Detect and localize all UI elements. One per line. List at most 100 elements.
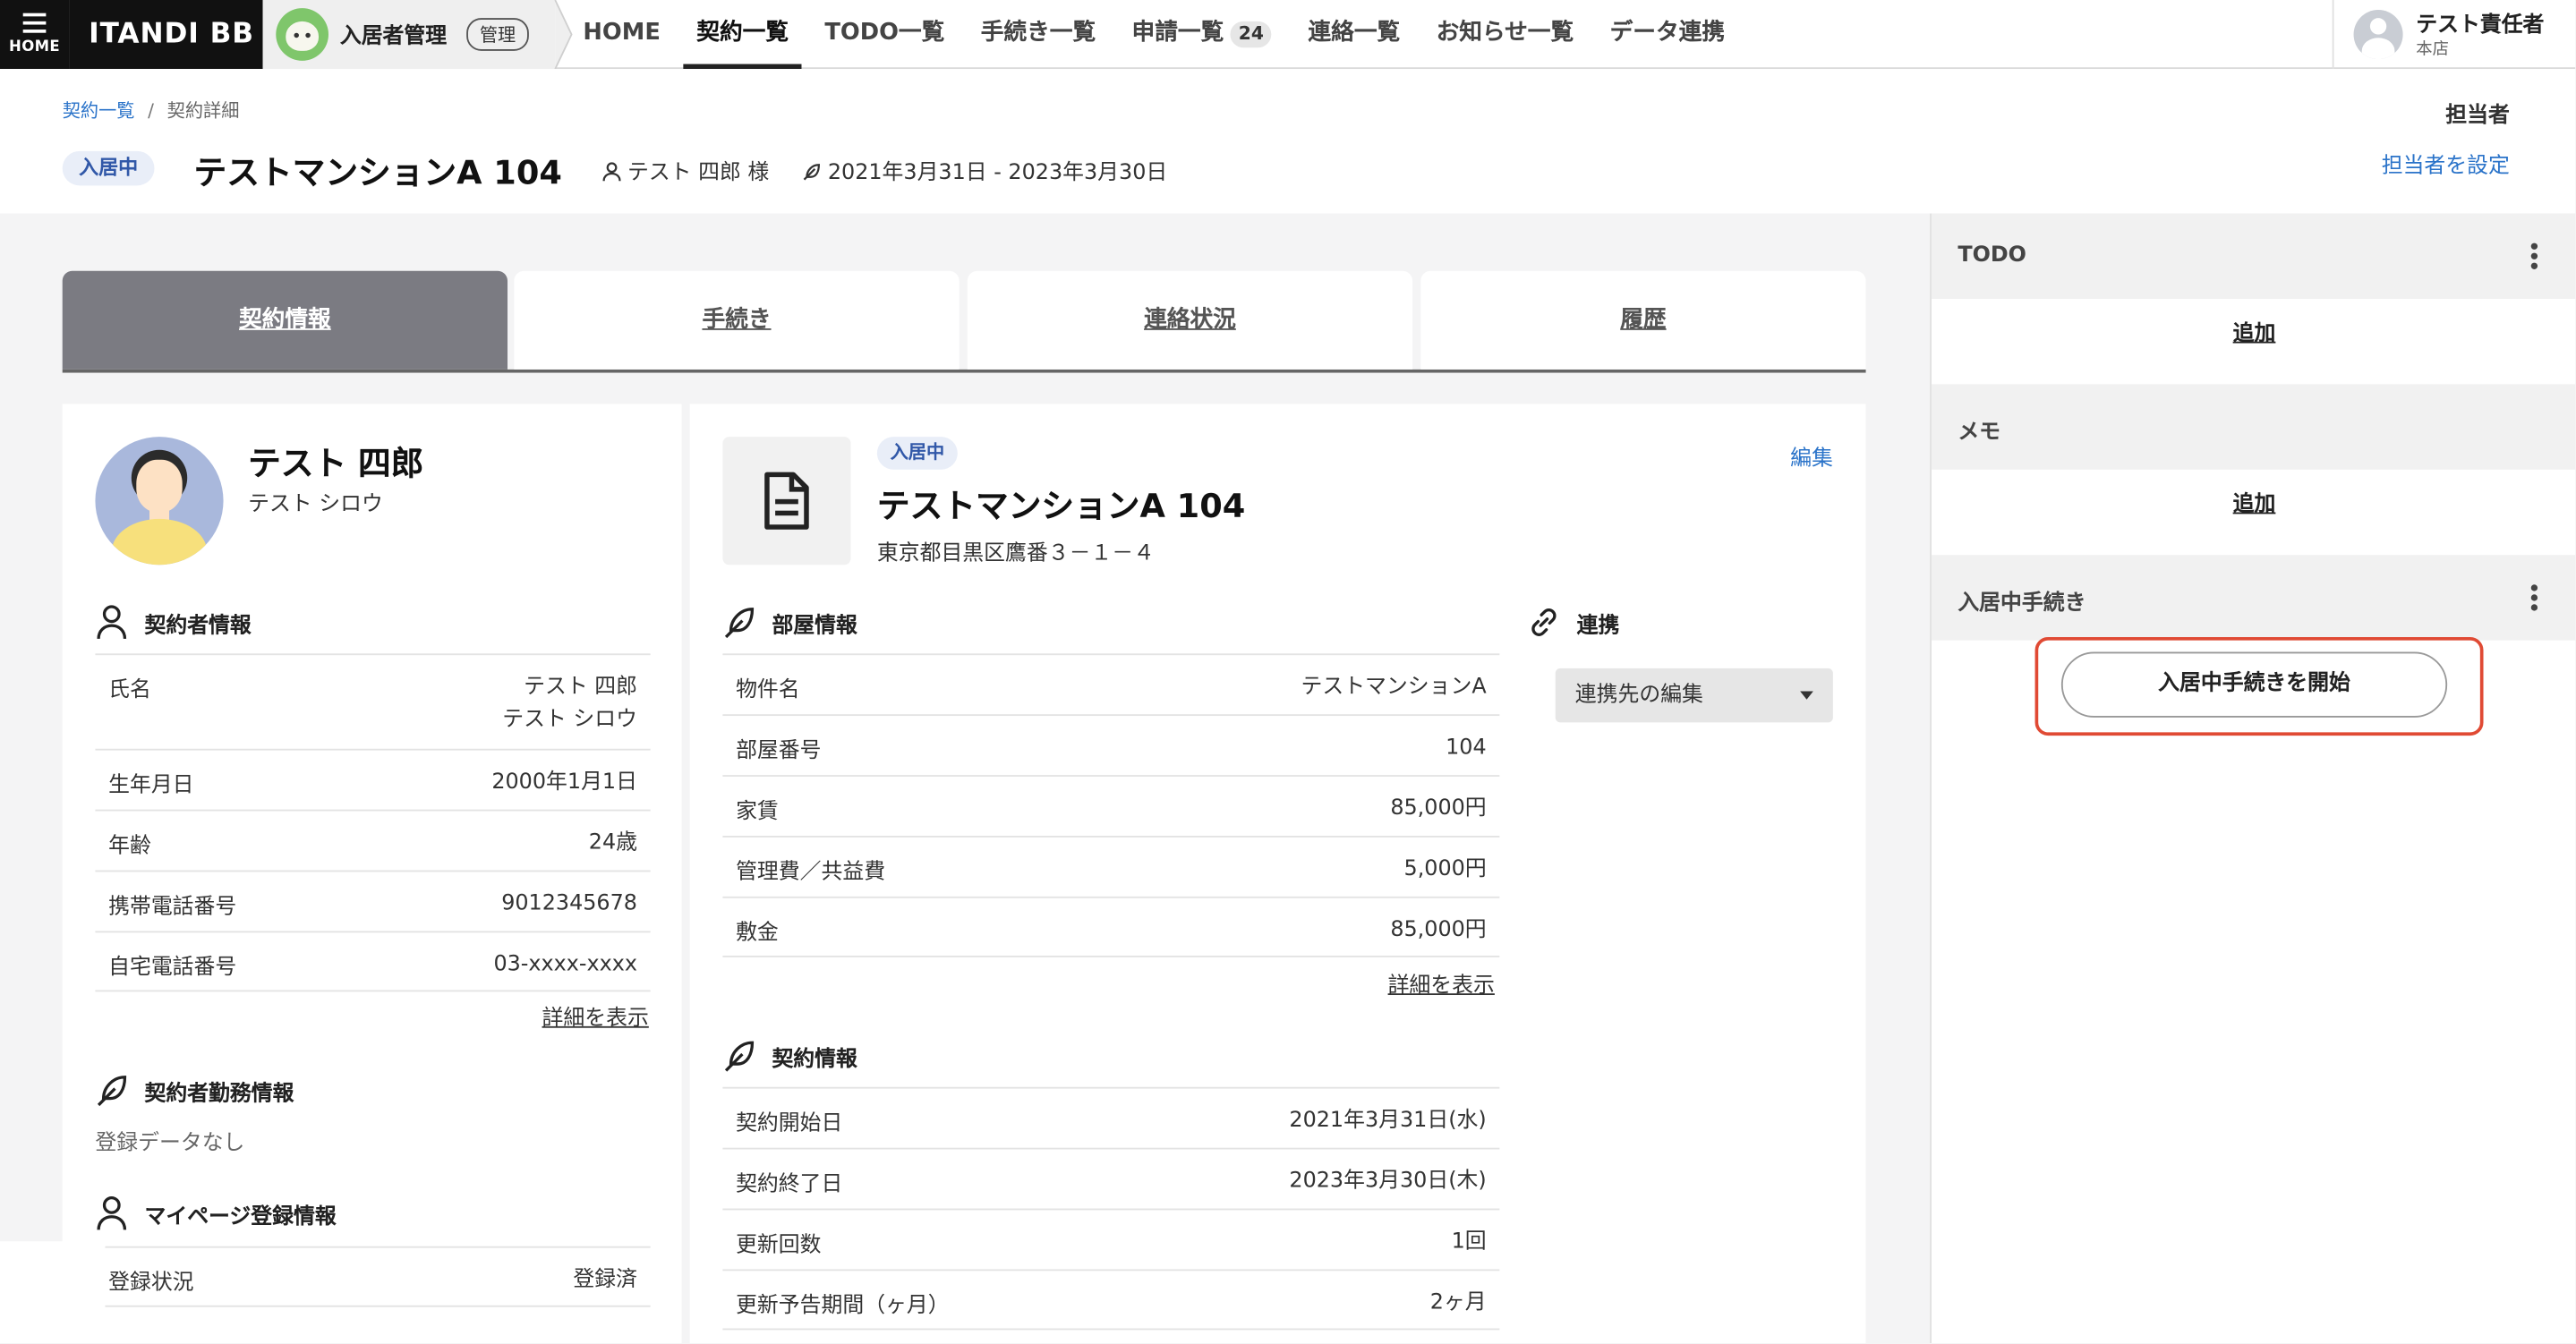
- room-detail-link[interactable]: 詳細を表示: [1388, 967, 1495, 999]
- nav-home[interactable]: HOME: [567, 0, 677, 69]
- contract-info-title: 契約情報: [772, 1047, 857, 1073]
- contractor-kana: テスト シロウ: [248, 492, 383, 518]
- nav-applications[interactable]: 申請一覧 24: [1115, 0, 1288, 69]
- feather-pen-icon: [724, 608, 755, 639]
- link-title: 連携: [1576, 614, 1620, 639]
- home-menu-button[interactable]: HOME: [0, 0, 70, 70]
- table-row: 更新予告期間（ヶ月） 2ヶ月: [722, 1269, 1500, 1331]
- table-row: 部屋番号 104: [722, 714, 1500, 775]
- feather-pen-icon: [97, 1076, 127, 1107]
- feather-pen-icon: [803, 164, 820, 181]
- person-icon: [97, 605, 127, 639]
- todo-more-icon[interactable]: [2530, 242, 2538, 273]
- room-info-heading: 部屋情報: [722, 604, 857, 640]
- tab-contact-status[interactable]: 連絡状況: [967, 270, 1413, 370]
- row-key: 氏名: [108, 677, 151, 703]
- table-row: 管理費／共益費 5,000円: [722, 836, 1500, 897]
- row-value-line2: テスト シロウ: [502, 707, 637, 733]
- nav-procedures[interactable]: 手続き一覧: [964, 0, 1112, 69]
- table-row: 契約開始日 2021年3月31日(水): [722, 1086, 1500, 1148]
- user-avatar-icon: [2353, 10, 2403, 60]
- tenant-name-text: テスト 四郎 様: [627, 160, 770, 186]
- edit-link[interactable]: 編集: [1790, 440, 1833, 472]
- row-value: 2ヶ月: [1429, 1290, 1487, 1315]
- procedure-more-icon[interactable]: [2530, 584, 2538, 614]
- nav-todo[interactable]: TODO一覧: [808, 0, 961, 69]
- document-glyph-icon: [764, 472, 809, 530]
- product-switcher[interactable]: 入居者管理 管理: [262, 0, 573, 70]
- memo-panel-title: メモ: [1958, 420, 2001, 446]
- contractor-detail-link[interactable]: 詳細を表示: [542, 1000, 649, 1032]
- brand-logo[interactable]: ITANDI BB: [69, 0, 263, 70]
- memo-add-link[interactable]: 追加: [1932, 486, 2575, 518]
- breadcrumb-current: 契約詳細: [166, 99, 240, 122]
- nav-contracts[interactable]: 契約一覧: [680, 0, 805, 70]
- table-row: 敷金 85,000円: [722, 896, 1500, 957]
- breadcrumb: 契約一覧 / 契約詳細: [63, 97, 240, 123]
- user-branch: 本店: [2416, 40, 2449, 60]
- todo-panel-title: TODO: [1958, 242, 2026, 268]
- mypage-info-table: 登録状況 登録済: [95, 1246, 651, 1307]
- nav-notices[interactable]: お知らせ一覧: [1420, 0, 1590, 69]
- row-key: 契約開始日: [736, 1111, 843, 1136]
- link-heading: 連携: [1528, 604, 1620, 640]
- contractor-info-title: 契約者情報: [144, 614, 252, 639]
- app-root: HOME ITANDI BB 入居者管理 管理 HOME 契約一覧 TODO一覧…: [0, 0, 2576, 1344]
- procedure-panel-header: 入居中手続き: [1931, 555, 2576, 641]
- row-key: 生年月日: [108, 773, 194, 798]
- row-key: 登録状況: [108, 1271, 194, 1296]
- row-key: 管理費／共益費: [736, 860, 886, 886]
- person-icon: [602, 162, 621, 182]
- nav-contacts[interactable]: 連絡一覧: [1292, 0, 1416, 69]
- caret-down-icon: [1800, 691, 1813, 700]
- row-key: 契約終了日: [736, 1172, 843, 1197]
- todo-add-link[interactable]: 追加: [1932, 315, 2575, 347]
- contract-period: 2021年3月31日 - 2023年3月30日: [801, 154, 1167, 185]
- tab-procedures[interactable]: 手続き: [514, 270, 960, 370]
- row-key: 物件名: [736, 677, 800, 703]
- table-row: 登録状況 登録済: [95, 1246, 651, 1307]
- nav-notices-label: お知らせ一覧: [1436, 20, 1574, 47]
- room-info-table: 物件名 テストマンションA 部屋番号 104 家賃 85,000円 管理費／共益費 5,…: [722, 653, 1500, 957]
- table-row: 契約終了日 2023年3月30日(木): [722, 1147, 1500, 1209]
- tab-history[interactable]: 履歴: [1420, 270, 1866, 370]
- contractor-info-table: 氏名 テスト 四郎 テスト シロウ 生年月日 2000年1月1日 年齢 24歳 携帯電話…: [95, 653, 651, 992]
- table-row: 年齢 24歳: [95, 809, 651, 871]
- nav-contracts-label: 契約一覧: [696, 20, 789, 47]
- property-status-badge: 入居中: [876, 437, 958, 470]
- nav-data-link[interactable]: データ連携: [1593, 0, 1741, 69]
- row-key: 年齢: [108, 834, 151, 859]
- mypage-info-heading: マイページ登録情報: [95, 1195, 337, 1231]
- link-target-select[interactable]: 連携先の編集: [1555, 668, 1833, 723]
- row-value: 2000年1月1日: [491, 770, 637, 795]
- nav-procedures-label: 手続き一覧: [980, 20, 1096, 47]
- property-card: 入居中 テストマンションA 104 東京都目黒区鷹番３－１－４ 編集 部屋情報 …: [689, 404, 1866, 1344]
- row-value: 1回: [1451, 1229, 1487, 1255]
- applications-count-badge: 24: [1230, 21, 1273, 48]
- tab-contract-info[interactable]: 契約情報: [62, 270, 508, 370]
- contractor-name: テスト 四郎: [248, 443, 424, 483]
- feather-pen-icon: [724, 1041, 755, 1072]
- detail-tabs: 契約情報 手続き 連絡状況 履歴: [62, 270, 1866, 373]
- nav-home-label: HOME: [583, 20, 661, 47]
- row-value: 2023年3月30日(木): [1289, 1169, 1487, 1195]
- home-menu-label: HOME: [9, 39, 61, 56]
- row-value: 5,000円: [1403, 856, 1487, 882]
- start-procedure-button[interactable]: 入居中手続きを開始: [2060, 651, 2448, 718]
- corner-overlay: [0, 1241, 106, 1344]
- top-nav: HOME ITANDI BB 入居者管理 管理 HOME 契約一覧 TODO一覧…: [0, 0, 2576, 70]
- row-value: 9012345678: [501, 891, 637, 916]
- page-header: 契約一覧 / 契約詳細 入居中 テストマンションA 104 テスト 四郎 様 202…: [0, 69, 2576, 214]
- contract-info-heading: 契約情報: [722, 1038, 857, 1074]
- table-row: 物件名 テストマンションA: [722, 653, 1500, 714]
- link-chain-icon: [1531, 608, 1557, 636]
- contract-info-table: 契約開始日 2021年3月31日(水) 契約終了日 2023年3月30日(木) 更新…: [722, 1086, 1500, 1331]
- set-owner-link[interactable]: 担当者を設定: [2382, 148, 2510, 179]
- breadcrumb-contract-list[interactable]: 契約一覧: [63, 100, 135, 122]
- user-name: テスト責任者: [2416, 13, 2545, 38]
- tenant-name: テスト 四郎 様: [601, 154, 770, 186]
- row-value: テストマンションA: [1301, 675, 1487, 700]
- user-menu[interactable]: テスト責任者 本店: [2332, 0, 2576, 70]
- work-info-heading: 契約者勤務情報: [95, 1072, 294, 1108]
- contract-period-text: 2021年3月31日 - 2023年3月30日: [827, 160, 1168, 186]
